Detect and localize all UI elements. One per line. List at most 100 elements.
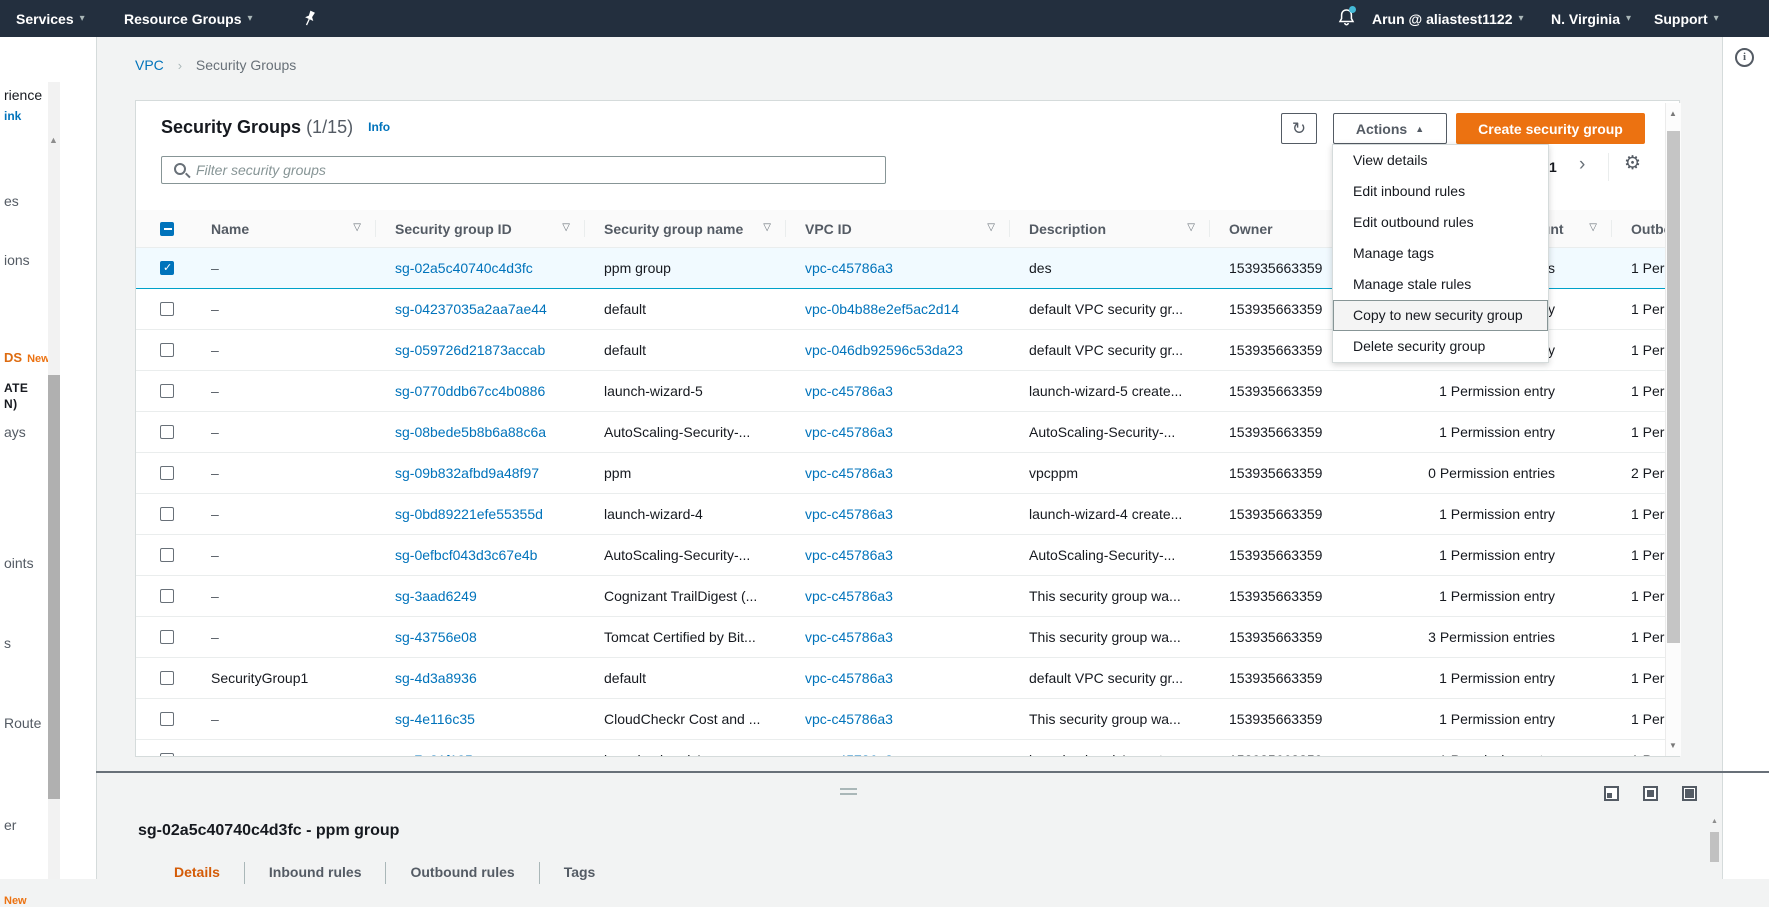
column-header-name[interactable]: Name▽ <box>191 210 375 248</box>
tab-tags[interactable]: Tags <box>540 860 620 884</box>
split-panel-divider[interactable] <box>96 771 1769 773</box>
row-checkbox[interactable] <box>160 384 174 398</box>
column-header-security-group-name[interactable]: Security group name▽ <box>584 210 785 248</box>
sidebar-item-fragment[interactable]: Route <box>4 715 41 731</box>
menu-item-edit-inbound-rules[interactable]: Edit inbound rules <box>1333 176 1548 207</box>
settings-gear-icon[interactable]: ⚙ <box>1624 152 1641 175</box>
nav-account-menu[interactable]: Arun @ aliastest1122 ▾ <box>1372 0 1524 37</box>
layout-split-panel-icon[interactable] <box>1643 786 1658 801</box>
row-checkbox[interactable] <box>160 343 174 357</box>
row-checkbox[interactable] <box>160 466 174 480</box>
scroll-up-icon[interactable]: ▲ <box>1669 109 1677 118</box>
security-group-id-link[interactable]: sg-0bd89221efe55355d <box>395 506 543 522</box>
table-scrollbar-thumb[interactable] <box>1667 131 1680 643</box>
breadcrumb-vpc-link[interactable]: VPC <box>135 57 164 73</box>
row-checkbox[interactable] <box>160 425 174 439</box>
info-link[interactable]: Info <box>368 120 390 134</box>
sidebar-item-fragment[interactable]: es <box>4 193 19 209</box>
sidebar-item-fragment[interactable]: ink <box>4 109 21 123</box>
sidebar-item-fragment[interactable]: rience <box>4 87 42 103</box>
table-row[interactable]: –sg-4e116c35CloudCheckr Cost and ...vpc-… <box>136 699 1665 740</box>
vpc-id-link[interactable]: vpc-c45786a3 <box>805 711 893 727</box>
vpc-id-link[interactable]: vpc-c45786a3 <box>805 588 893 604</box>
select-all-checkbox[interactable] <box>160 222 174 236</box>
create-security-group-button[interactable]: Create security group <box>1456 113 1645 144</box>
filter-funnel-icon[interactable]: ▽ <box>763 222 771 233</box>
row-checkbox[interactable] <box>160 507 174 521</box>
column-header-description[interactable]: Description▽ <box>1009 210 1209 248</box>
menu-item-copy-to-new-security-group[interactable]: Copy to new security group <box>1333 300 1548 331</box>
filter-funnel-icon[interactable]: ▽ <box>1187 222 1195 233</box>
sidebar-item-fragment[interactable]: New <box>4 895 27 907</box>
filter-funnel-icon[interactable]: ▽ <box>562 222 570 233</box>
tab-outbound-rules[interactable]: Outbound rules <box>386 860 538 884</box>
table-row[interactable]: –sg-7e81f105launch-wizard-1vpc-c45786a3l… <box>136 740 1665 757</box>
security-group-id-link[interactable]: sg-0770ddb67cc4b0886 <box>395 383 545 399</box>
filter-input[interactable] <box>161 156 886 184</box>
row-checkbox[interactable] <box>160 630 174 644</box>
sidebar-item-fragment[interactable]: er <box>4 817 16 833</box>
security-group-id-link[interactable]: sg-7e81f105 <box>395 752 473 756</box>
filter-funnel-icon[interactable]: ▽ <box>987 222 995 233</box>
menu-item-view-details[interactable]: View details <box>1333 145 1548 176</box>
sidebar-scrollbar-thumb[interactable] <box>48 375 60 799</box>
sidebar-item-fragment[interactable]: DSNew <box>4 350 50 365</box>
table-row[interactable]: –sg-43756e08Tomcat Certified by Bit...vp… <box>136 617 1665 658</box>
tab-details[interactable]: Details <box>150 860 244 884</box>
details-scrollbar[interactable]: ▲ <box>1710 818 1719 879</box>
table-row[interactable]: –sg-0770ddb67cc4b0886launch-wizard-5vpc-… <box>136 371 1665 412</box>
vpc-id-link[interactable]: vpc-046db92596c53da23 <box>805 342 963 358</box>
vpc-id-link[interactable]: vpc-c45786a3 <box>805 383 893 399</box>
security-group-id-link[interactable]: sg-09b832afbd9a48f97 <box>395 465 539 481</box>
security-group-id-link[interactable]: sg-059726d21873accab <box>395 342 545 358</box>
sidebar-scrollbar[interactable] <box>48 82 60 879</box>
nav-resource-groups-menu[interactable]: Resource Groups ▾ <box>124 0 253 37</box>
table-row[interactable]: SecurityGroup1sg-4d3a8936defaultvpc-c457… <box>136 658 1665 699</box>
sidebar-item-fragment[interactable]: ions <box>4 252 30 268</box>
row-checkbox[interactable] <box>160 261 174 275</box>
row-checkbox[interactable] <box>160 671 174 685</box>
row-checkbox[interactable] <box>160 589 174 603</box>
security-group-id-link[interactable]: sg-04237035a2aa7ae44 <box>395 301 547 317</box>
row-checkbox[interactable] <box>160 548 174 562</box>
menu-item-delete-security-group[interactable]: Delete security group <box>1333 331 1548 362</box>
vpc-id-link[interactable]: vpc-c45786a3 <box>805 629 893 645</box>
sidebar-item-fragment[interactable]: oints <box>4 555 34 571</box>
table-scrollbar[interactable]: ▲ ▼ <box>1665 103 1681 756</box>
menu-item-edit-outbound-rules[interactable]: Edit outbound rules <box>1333 207 1548 238</box>
tab-inbound-rules[interactable]: Inbound rules <box>245 860 386 884</box>
vpc-id-link[interactable]: vpc-c45786a3 <box>805 260 893 276</box>
details-scrollbar-thumb[interactable] <box>1710 832 1719 862</box>
table-row[interactable]: –sg-0bd89221efe55355dlaunch-wizard-4vpc-… <box>136 494 1665 535</box>
sidebar-item-fragment[interactable]: N) <box>4 397 17 411</box>
refresh-button[interactable]: ↻ <box>1281 113 1317 144</box>
actions-button[interactable]: Actions ▲ <box>1333 113 1447 144</box>
vpc-id-link[interactable]: vpc-c45786a3 <box>805 670 893 686</box>
table-row[interactable]: –sg-3aad6249Cognizant TrailDigest (...vp… <box>136 576 1665 617</box>
security-group-id-link[interactable]: sg-4e116c35 <box>395 711 475 727</box>
filter-funnel-icon[interactable]: ▽ <box>1589 222 1597 233</box>
security-group-id-link[interactable]: sg-0efbcf043d3c67e4b <box>395 547 537 563</box>
vpc-id-link[interactable]: vpc-c45786a3 <box>805 424 893 440</box>
nav-services-menu[interactable]: Services ▾ <box>16 0 85 37</box>
table-row[interactable]: –sg-08bede5b8b6a88c6aAutoScaling-Securit… <box>136 412 1665 453</box>
security-group-id-link[interactable]: sg-08bede5b8b6a88c6a <box>395 424 546 440</box>
sidebar-scroll-up-icon[interactable]: ▲ <box>49 135 58 145</box>
scroll-down-icon[interactable]: ▼ <box>1669 741 1677 750</box>
column-header-security-group-id[interactable]: Security group ID▽ <box>375 210 584 248</box>
info-icon[interactable]: i <box>1735 48 1754 67</box>
security-group-id-link[interactable]: sg-43756e08 <box>395 629 477 645</box>
row-checkbox[interactable] <box>160 712 174 726</box>
security-group-id-link[interactable]: sg-02a5c40740c4d3fc <box>395 260 533 276</box>
sidebar-item-fragment[interactable]: ays <box>4 424 26 440</box>
row-checkbox[interactable] <box>160 302 174 316</box>
security-group-id-link[interactable]: sg-4d3a8936 <box>395 670 477 686</box>
pagination-next-button[interactable]: › <box>1579 154 1585 176</box>
security-group-id-link[interactable]: sg-3aad6249 <box>395 588 477 604</box>
row-checkbox[interactable] <box>160 753 174 756</box>
vpc-id-link[interactable]: vpc-0b4b88e2ef5ac2d14 <box>805 301 959 317</box>
sidebar-item-fragment[interactable]: s <box>4 635 11 651</box>
vpc-id-link[interactable]: vpc-c45786a3 <box>805 465 893 481</box>
sidebar-item-fragment[interactable]: ATE <box>4 381 28 395</box>
split-panel-drag-handle[interactable] <box>840 788 857 796</box>
